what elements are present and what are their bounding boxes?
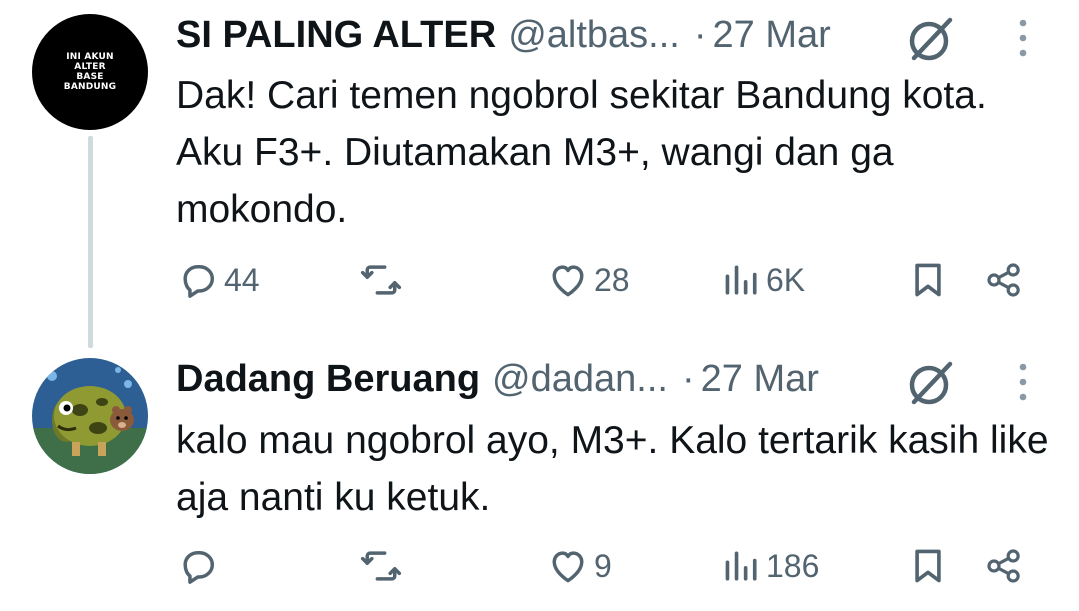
separator-dot: · bbox=[693, 14, 707, 56]
tweet-actions: 44 28 6K bbox=[176, 255, 1036, 305]
reply-button[interactable]: 44 bbox=[176, 255, 260, 305]
like-count: 28 bbox=[594, 261, 630, 298]
avatar-logo-text: INI AKUN ALTER BASE BANDUNG bbox=[63, 52, 117, 92]
retweet-button[interactable] bbox=[358, 541, 408, 591]
share-icon bbox=[987, 263, 1020, 297]
bookmark-icon bbox=[915, 263, 941, 297]
like-count: 9 bbox=[594, 547, 612, 584]
user-handle[interactable]: @altbas... bbox=[508, 10, 680, 60]
reply-count: 44 bbox=[224, 261, 260, 298]
bookmark-button[interactable] bbox=[908, 255, 948, 305]
reply-icon bbox=[183, 265, 215, 298]
share-icon bbox=[987, 549, 1020, 583]
tweet-1[interactable]: INI AKUN ALTER BASE BANDUNG SI PALING AL… bbox=[0, 0, 1079, 350]
tweet-header: SI PALING ALTER @altbas... · 27 Mar bbox=[176, 10, 831, 60]
views-icon bbox=[725, 265, 757, 295]
like-button[interactable]: 28 bbox=[546, 255, 630, 305]
display-name[interactable]: SI PALING ALTER bbox=[176, 10, 496, 60]
grok-icon[interactable] bbox=[906, 358, 956, 408]
display-name[interactable]: Dadang Beruang bbox=[176, 354, 480, 404]
retweet-icon bbox=[360, 551, 402, 581]
thread-connector-line bbox=[88, 136, 93, 348]
tweet-header: Dadang Beruang @dadan... · 27 Mar bbox=[176, 354, 819, 404]
retweet-button[interactable] bbox=[358, 255, 408, 305]
share-button[interactable] bbox=[984, 541, 1024, 591]
like-icon bbox=[552, 265, 584, 297]
grok-icon[interactable] bbox=[906, 14, 956, 64]
avatar[interactable] bbox=[32, 358, 148, 474]
views-icon bbox=[725, 551, 757, 581]
reply-icon bbox=[183, 551, 215, 584]
tweet-date[interactable]: 27 Mar bbox=[713, 10, 831, 60]
tweet-date[interactable]: 27 Mar bbox=[701, 354, 819, 404]
like-button[interactable]: 9 bbox=[546, 541, 612, 591]
views-count: 186 bbox=[766, 547, 820, 584]
avatar[interactable]: INI AKUN ALTER BASE BANDUNG bbox=[32, 14, 148, 130]
tweet-actions: 9 186 bbox=[176, 541, 1036, 591]
separator-dot: · bbox=[681, 358, 695, 400]
bookmark-button[interactable] bbox=[908, 541, 948, 591]
tweet-2[interactable]: Dadang Beruang @dadan... · 27 Mar kalo m… bbox=[0, 350, 1079, 611]
reply-button[interactable] bbox=[176, 541, 224, 591]
bookmark-icon bbox=[915, 549, 941, 583]
more-icon[interactable] bbox=[1014, 16, 1032, 60]
views-button[interactable]: 186 bbox=[722, 541, 819, 591]
fish-cartoon-avatar-image bbox=[32, 358, 148, 474]
tweet-text: Dak! Cari temen ngobrol sekitar Bandung … bbox=[176, 74, 987, 231]
retweet-icon bbox=[360, 265, 402, 295]
like-icon bbox=[552, 551, 584, 583]
more-icon[interactable] bbox=[1014, 360, 1032, 404]
tweet-text: kalo mau ngobrol ayo, M3+. Kalo tertarik… bbox=[176, 419, 1049, 519]
views-button[interactable]: 6K bbox=[722, 255, 805, 305]
views-count: 6K bbox=[766, 261, 806, 298]
share-button[interactable] bbox=[984, 255, 1024, 305]
user-handle[interactable]: @dadan... bbox=[492, 354, 668, 404]
